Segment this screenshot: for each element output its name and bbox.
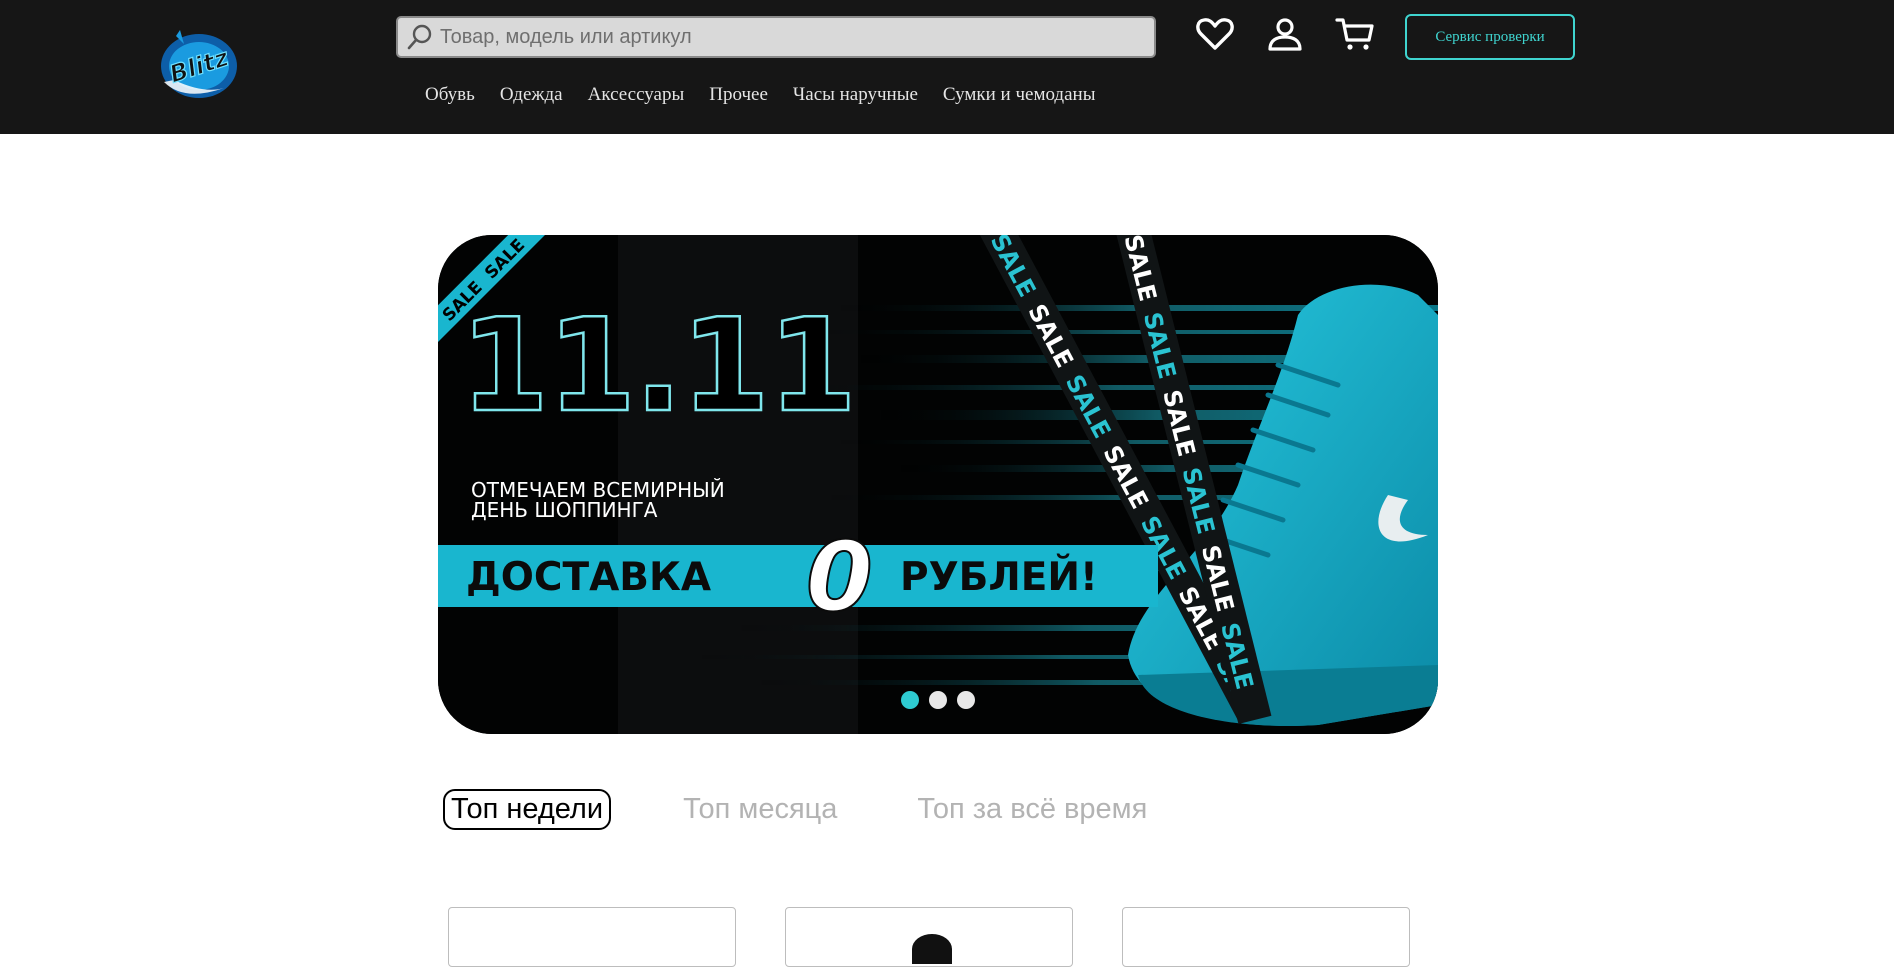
- tab-top-month[interactable]: Топ месяца: [683, 793, 837, 826]
- tab-top-week[interactable]: Топ недели: [443, 788, 612, 830]
- account-button[interactable]: [1264, 16, 1306, 56]
- product-card[interactable]: [785, 907, 1073, 967]
- service-check-button[interactable]: Сервис проверки: [1405, 14, 1575, 60]
- banner-artwork: SALE SALE SALE SALE SALE SALE SALE SALE …: [438, 235, 1438, 734]
- tab-top-all-time[interactable]: Топ за всё время: [917, 793, 1147, 826]
- nav-item-shoes[interactable]: Обувь: [425, 84, 475, 106]
- carousel-dot-1[interactable]: [901, 691, 919, 709]
- heart-icon: [1196, 17, 1234, 56]
- product-card[interactable]: [1122, 907, 1410, 967]
- nav-item-watches[interactable]: Часы наручные: [793, 84, 918, 106]
- nav-item-other[interactable]: Прочее: [709, 84, 768, 106]
- promo-banner[interactable]: SALE SALE SALE SALE SALE SALE SALE SALE …: [438, 235, 1438, 734]
- site-header: Blitz Товар, модель или артикул Сервис п…: [0, 0, 1894, 134]
- nav-item-accessories[interactable]: Аксессуары: [588, 84, 685, 106]
- nav-item-clothing[interactable]: Одежда: [500, 84, 563, 106]
- product-card[interactable]: [448, 907, 736, 967]
- top-products-tabs: Топ недели Топ месяца Топ за всё время: [443, 786, 1147, 832]
- category-nav: Обувь Одежда Аксессуары Прочее Часы нару…: [425, 84, 1095, 106]
- search-input[interactable]: [434, 18, 1154, 56]
- banner-delivery-zero: 0: [806, 521, 873, 633]
- user-icon: [1267, 16, 1303, 57]
- search-bar[interactable]: [396, 16, 1156, 58]
- favorites-button[interactable]: [1194, 16, 1236, 56]
- product-image: [912, 934, 952, 964]
- banner-delivery-left: ДОСТАВКА: [466, 555, 711, 600]
- banner-line-2: ДЕНЬ ШОППИНГА: [471, 498, 658, 522]
- cart-icon: [1335, 16, 1375, 57]
- cart-button[interactable]: [1334, 16, 1376, 56]
- search-icon: [406, 23, 434, 51]
- carousel-dot-2[interactable]: [929, 691, 947, 709]
- carousel-dots: [901, 691, 975, 709]
- nav-item-bags[interactable]: Сумки и чемоданы: [943, 84, 1096, 106]
- banner-date: 11.11: [460, 292, 855, 441]
- banner-delivery-right: РУБЛЕЙ!: [900, 553, 1098, 600]
- brand-logo[interactable]: Blitz: [154, 22, 244, 104]
- carousel-dot-3[interactable]: [957, 691, 975, 709]
